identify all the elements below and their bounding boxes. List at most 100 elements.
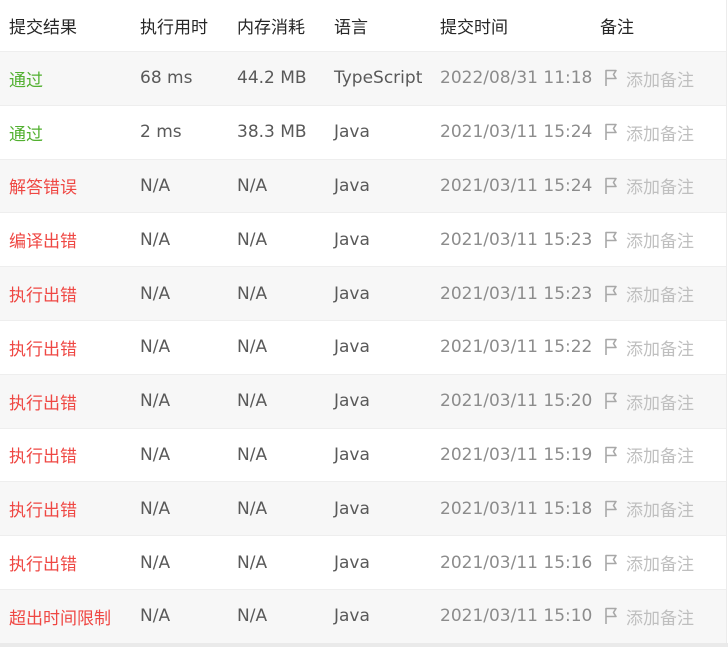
status-link[interactable]: 执行出错 — [9, 536, 77, 589]
add-note-button[interactable]: 添加备注 — [604, 482, 694, 535]
table-row[interactable]: 执行出错 N/A N/A Java 2021/03/11 15:19 添加备注 — [0, 428, 726, 483]
add-note-button[interactable]: 添加备注 — [604, 536, 694, 589]
memory-value: N/A — [237, 552, 268, 573]
table-row[interactable]: 执行出错 N/A N/A Java 2021/03/11 15:18 添加备注 — [0, 482, 726, 537]
language-value: Java — [334, 552, 370, 573]
memory-value: 38.3 MB — [237, 122, 307, 143]
submitted-at-value: 2021/03/11 15:23 — [440, 229, 593, 250]
status-link[interactable]: 执行出错 — [9, 267, 77, 320]
add-note-label: 添加备注 — [626, 555, 694, 576]
table-row[interactable]: 执行出错 N/A N/A Java 2021/03/11 15:23 添加备注 — [0, 267, 726, 321]
status-link[interactable]: 通过 — [9, 52, 43, 105]
memory-value: N/A — [237, 283, 268, 304]
table-row[interactable]: 通过 68 ms 44.2 MB TypeScript 2022/08/31 11:18… — [0, 52, 726, 106]
status-link[interactable]: 执行出错 — [9, 429, 77, 482]
runtime-value: N/A — [140, 175, 171, 196]
submitted-at-value: 2021/03/11 15:24 — [440, 122, 593, 143]
submitted-at-value: 2021/03/11 15:18 — [440, 498, 593, 519]
memory-value: N/A — [237, 337, 268, 358]
runtime-value: N/A — [140, 552, 171, 573]
memory-value: N/A — [237, 444, 268, 465]
header-runtime: 执行用时 — [140, 18, 208, 38]
memory-value: 44.2 MB — [237, 68, 307, 89]
add-note-label: 添加备注 — [626, 70, 694, 91]
flag-icon — [604, 69, 626, 87]
language-value: Java — [334, 498, 370, 519]
submitted-at-value: 2021/03/11 15:19 — [440, 444, 593, 465]
status-link[interactable]: 超出时间限制 — [9, 590, 111, 643]
table-row[interactable]: 超出时间限制 N/A N/A Java 2021/03/11 15:10 添加备注 — [0, 589, 726, 644]
add-note-label: 添加备注 — [626, 178, 694, 199]
add-note-button[interactable]: 添加备注 — [604, 429, 694, 482]
add-note-button[interactable]: 添加备注 — [604, 106, 694, 159]
add-note-label: 添加备注 — [626, 393, 694, 414]
table-row[interactable]: 通过 2 ms 38.3 MB Java 2021/03/11 15:24 添加备注 — [0, 105, 726, 160]
flag-icon — [604, 607, 626, 625]
status-link[interactable]: 执行出错 — [9, 482, 77, 535]
add-note-label: 添加备注 — [626, 232, 694, 253]
table-row[interactable]: 执行出错 N/A N/A Java 2021/03/11 15:16 添加备注 — [0, 536, 726, 590]
memory-value: N/A — [237, 498, 268, 519]
status-link[interactable]: 解答错误 — [9, 160, 77, 213]
flag-icon — [604, 177, 626, 195]
status-link[interactable]: 执行出错 — [9, 375, 77, 428]
runtime-value: N/A — [140, 229, 171, 250]
status-link[interactable]: 通过 — [9, 106, 43, 159]
header-status: 提交结果 — [9, 18, 77, 38]
submitted-at-value: 2021/03/11 15:23 — [440, 283, 593, 304]
header-memory: 内存消耗 — [237, 18, 305, 38]
runtime-value: 68 ms — [140, 68, 193, 89]
memory-value: N/A — [237, 606, 268, 627]
add-note-button[interactable]: 添加备注 — [604, 160, 694, 213]
add-note-label: 添加备注 — [626, 501, 694, 522]
add-note-button[interactable]: 添加备注 — [604, 52, 694, 105]
table-row[interactable]: 执行出错 N/A N/A Java 2021/03/11 15:22 添加备注 — [0, 320, 726, 375]
memory-value: N/A — [237, 229, 268, 250]
table-header: 提交结果 执行用时 内存消耗 语言 提交时间 备注 — [0, 0, 726, 52]
runtime-value: N/A — [140, 283, 171, 304]
status-link[interactable]: 执行出错 — [9, 321, 77, 374]
flag-icon — [604, 500, 626, 518]
submitted-at-value: 2022/08/31 11:18 — [440, 68, 593, 89]
add-note-label: 添加备注 — [626, 339, 694, 360]
language-value: Java — [334, 122, 370, 143]
language-value: Java — [334, 391, 370, 412]
add-note-label: 添加备注 — [626, 124, 694, 145]
language-value: Java — [334, 229, 370, 250]
add-note-button[interactable]: 添加备注 — [604, 321, 694, 374]
add-note-button[interactable]: 添加备注 — [604, 375, 694, 428]
table-body: 通过 68 ms 44.2 MB TypeScript 2022/08/31 11:18… — [0, 52, 726, 644]
runtime-value: N/A — [140, 498, 171, 519]
submitted-at-value: 2021/03/11 15:16 — [440, 552, 593, 573]
runtime-value: N/A — [140, 337, 171, 358]
table-row[interactable]: 执行出错 N/A N/A Java 2021/03/11 15:20 添加备注 — [0, 374, 726, 429]
status-link[interactable]: 编译出错 — [9, 213, 77, 266]
submitted-at-value: 2021/03/11 15:22 — [440, 337, 593, 358]
add-note-button[interactable]: 添加备注 — [604, 267, 694, 320]
runtime-value: 2 ms — [140, 122, 182, 143]
submitted-at-value: 2021/03/11 15:20 — [440, 391, 593, 412]
submitted-at-value: 2021/03/11 15:24 — [440, 175, 593, 196]
language-value: Java — [334, 175, 370, 196]
flag-icon — [604, 338, 626, 356]
flag-icon — [604, 231, 626, 249]
horizontal-scrollbar[interactable] — [0, 643, 728, 647]
add-note-button[interactable]: 添加备注 — [604, 590, 694, 643]
flag-icon — [604, 123, 626, 141]
table-row[interactable]: 编译出错 N/A N/A Java 2021/03/11 15:23 添加备注 — [0, 213, 726, 268]
add-note-button[interactable]: 添加备注 — [604, 213, 694, 266]
table-row[interactable]: 解答错误 N/A N/A Java 2021/03/11 15:24 添加备注 — [0, 159, 726, 214]
submitted-at-value: 2021/03/11 15:10 — [440, 606, 593, 627]
memory-value: N/A — [237, 391, 268, 412]
language-value: TypeScript — [334, 68, 423, 89]
flag-icon — [604, 554, 626, 572]
memory-value: N/A — [237, 175, 268, 196]
header-note: 备注 — [600, 18, 634, 38]
language-value: Java — [334, 606, 370, 627]
flag-icon — [604, 446, 626, 464]
language-value: Java — [334, 444, 370, 465]
add-note-label: 添加备注 — [626, 608, 694, 629]
submissions-table: 提交结果 执行用时 内存消耗 语言 提交时间 备注 通过 68 ms 44.2 MB… — [0, 0, 727, 644]
header-language: 语言 — [334, 18, 368, 38]
runtime-value: N/A — [140, 606, 171, 627]
